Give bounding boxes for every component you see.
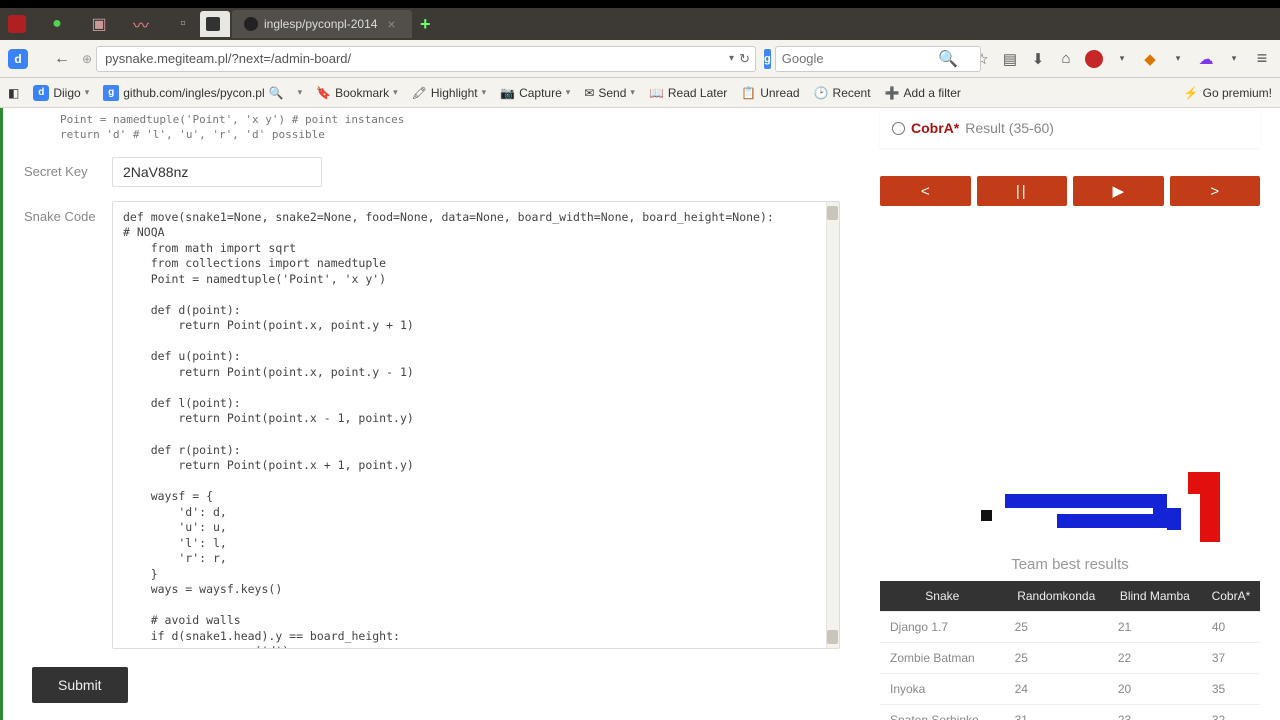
table-cell: 25: [1005, 643, 1108, 674]
reload-icon[interactable]: ↻: [739, 51, 750, 67]
tab-favicon: [206, 17, 220, 31]
dropdown-icon[interactable]: ▾: [1224, 49, 1244, 69]
bookmark-button[interactable]: 🔖 Bookmark ▾: [316, 86, 398, 100]
code-content[interactable]: def move(snake1=None, snake2=None, food=…: [113, 202, 839, 649]
result-card: CobrA* Result (35-60): [880, 112, 1260, 148]
snake-code-label: Snake Code: [24, 201, 112, 224]
playback-controls: < || ▶ >: [880, 176, 1260, 206]
ext-icon[interactable]: ☁: [1196, 49, 1216, 69]
url-bar: d ← ⊕ ▾ ↻ g 🔍 ☆ ▤ ⬇ ⌂ ▾ ◆ ▾ ☁ ▾ ≡: [0, 40, 1280, 78]
clipboard-icon[interactable]: ▤: [1000, 49, 1020, 69]
table-cell: Zombie Batman: [880, 643, 1005, 674]
ext-icon[interactable]: ◆: [1140, 49, 1160, 69]
send-button[interactable]: ✉ Send ▾: [584, 86, 635, 100]
table-cell: 40: [1202, 612, 1260, 643]
table-header: Snake: [880, 581, 1005, 612]
url-snippet[interactable]: ggithub.com/ingles/pycon.pl 🔍: [103, 85, 283, 101]
download-icon[interactable]: ⬇: [1028, 49, 1048, 69]
abp-icon[interactable]: [1084, 49, 1104, 69]
unread-button[interactable]: 📋 Unread: [741, 86, 799, 100]
tab-title: inglesp/pyconpl-2014: [264, 17, 377, 31]
sidebar-toggle[interactable]: ◧: [8, 86, 19, 100]
tab[interactable]: inglesp/pyconpl-2014 ×: [232, 10, 412, 38]
diigo-menu[interactable]: dDiigo▾: [33, 85, 89, 101]
table-cell: 35: [1202, 674, 1260, 705]
table-row: Inyoka242035: [880, 674, 1260, 705]
taskbar-icon[interactable]: [8, 15, 26, 33]
recent-button[interactable]: 🕑 Recent: [814, 86, 871, 100]
gopremium-button[interactable]: ⚡ Go premium!: [1184, 86, 1272, 100]
secret-key-label: Secret Key: [24, 164, 112, 179]
game-canvas: [880, 212, 1260, 542]
table-cell: 31: [1005, 705, 1108, 720]
result-name: CobrA*: [911, 120, 959, 136]
table-row: Django 1.7252140: [880, 612, 1260, 643]
secret-key-input[interactable]: [112, 157, 322, 187]
dropdown-icon[interactable]: ▾: [1112, 49, 1132, 69]
table-header: Randomkonda: [1005, 581, 1108, 612]
table-header: CobrA*: [1202, 581, 1260, 612]
url-input[interactable]: [96, 46, 756, 72]
scroll-down[interactable]: [827, 630, 838, 644]
pause-button[interactable]: ||: [977, 176, 1068, 206]
dropdown-icon[interactable]: ▾: [729, 53, 734, 64]
play-button[interactable]: ▶: [1073, 176, 1164, 206]
new-tab-button[interactable]: +: [414, 14, 437, 35]
comment-line: Point = namedtuple('Point', 'x y') # poi…: [60, 112, 840, 127]
table-cell: 20: [1108, 674, 1202, 705]
table-header: Blind Mamba: [1108, 581, 1202, 612]
menu-icon[interactable]: ≡: [1252, 49, 1272, 69]
table-cell: 22: [1108, 643, 1202, 674]
results-table: SnakeRandomkondaBlind MambaCobrA* Django…: [880, 581, 1260, 720]
next-button[interactable]: >: [1170, 176, 1261, 206]
scrollbar[interactable]: [826, 202, 839, 648]
code-editor[interactable]: def move(snake1=None, snake2=None, food=…: [112, 201, 840, 649]
result-tail: Result (35-60): [965, 120, 1054, 136]
comment-line: return 'd' # 'l', 'u', 'r', 'd' possible: [60, 127, 840, 142]
taskbar-icon[interactable]: 〰: [130, 13, 152, 35]
table-cell: Snaten Serhinko: [880, 705, 1005, 720]
back-button[interactable]: ←: [50, 47, 74, 71]
search-icon[interactable]: 🔍: [938, 49, 958, 69]
os-taskbar: ● ▣ 〰 ▫ inglesp/pyconpl-2014 × +: [0, 8, 1280, 40]
google-icon: g: [764, 49, 771, 69]
scroll-up[interactable]: [827, 206, 838, 220]
prev-button[interactable]: <: [880, 176, 971, 206]
table-cell: 37: [1202, 643, 1260, 674]
table-row: Snaten Serhinko312332: [880, 705, 1260, 720]
dropdown-icon[interactable]: ▾: [1168, 49, 1188, 69]
table-cell: 21: [1108, 612, 1202, 643]
home-icon[interactable]: ⌂: [1056, 49, 1076, 69]
addfilter-button[interactable]: ➕ Add a filter: [885, 86, 961, 100]
table-cell: 25: [1005, 612, 1108, 643]
submit-button[interactable]: Submit: [32, 667, 128, 703]
table-cell: Inyoka: [880, 674, 1005, 705]
bookmarks-toolbar: ◧ dDiigo▾ ggithub.com/ingles/pycon.pl 🔍 …: [0, 78, 1280, 108]
table-cell: 23: [1108, 705, 1202, 720]
page-content: Point = namedtuple('Point', 'x y') # poi…: [0, 108, 1280, 720]
readlater-button[interactable]: 📖 Read Later: [649, 86, 727, 100]
browser-tabs: inglesp/pyconpl-2014 × +: [200, 10, 437, 38]
diigo-icon[interactable]: d: [8, 49, 28, 69]
left-accent: [0, 108, 3, 720]
capture-button[interactable]: 📷 Capture ▾: [500, 86, 570, 100]
table-cell: 32: [1202, 705, 1260, 720]
table-cell: Django 1.7: [880, 612, 1005, 643]
close-icon[interactable]: ×: [383, 16, 399, 32]
result-radio[interactable]: [892, 122, 905, 135]
taskbar-icon[interactable]: ●: [46, 13, 68, 35]
github-icon: [244, 17, 258, 31]
taskbar-icon[interactable]: ▣: [88, 13, 110, 35]
table-cell: 24: [1005, 674, 1108, 705]
taskbar-icon[interactable]: ▫: [172, 13, 194, 35]
globe-icon: ⊕: [82, 52, 92, 66]
table-row: Zombie Batman252237: [880, 643, 1260, 674]
tab-active[interactable]: [200, 11, 230, 37]
team-results-title: Team best results: [880, 556, 1260, 573]
dropdown[interactable]: ▾: [298, 87, 303, 98]
highlight-button[interactable]: 🖍 Highlight ▾: [412, 86, 486, 100]
